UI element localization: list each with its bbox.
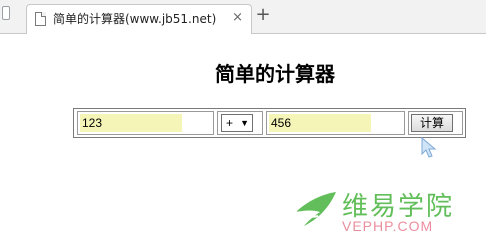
page-title: 简单的计算器 (215, 62, 335, 86)
compute-button[interactable]: 计算 (411, 114, 453, 132)
tab-overview-icon[interactable] (2, 6, 10, 20)
calculator-table: + ▼ 计算 (73, 108, 466, 138)
operand2-cell (266, 111, 405, 135)
browser-tab-bar: 简单的计算器(www.jb51.net) × + (0, 0, 486, 34)
tab-title: 简单的计算器(www.jb51.net) (53, 12, 217, 26)
browser-tab[interactable]: 简单的计算器(www.jb51.net) × (26, 4, 252, 34)
operand1-input[interactable] (80, 114, 182, 132)
operator-value: + (226, 116, 234, 130)
operand1-cell (77, 111, 214, 135)
operand2-input[interactable] (269, 114, 371, 132)
page-icon (35, 12, 46, 26)
operator-select[interactable]: + ▼ (221, 114, 253, 132)
chevron-down-icon: ▼ (240, 118, 249, 128)
button-cell: 计算 (408, 111, 463, 135)
mouse-cursor-icon (421, 136, 437, 158)
watermark-en-text: VEPHP.COM (342, 218, 434, 234)
new-tab-icon[interactable]: + (254, 5, 272, 25)
operator-cell: + ▼ (217, 111, 263, 135)
close-tab-icon[interactable]: × (232, 10, 243, 26)
vephp-logo-icon (295, 192, 336, 226)
